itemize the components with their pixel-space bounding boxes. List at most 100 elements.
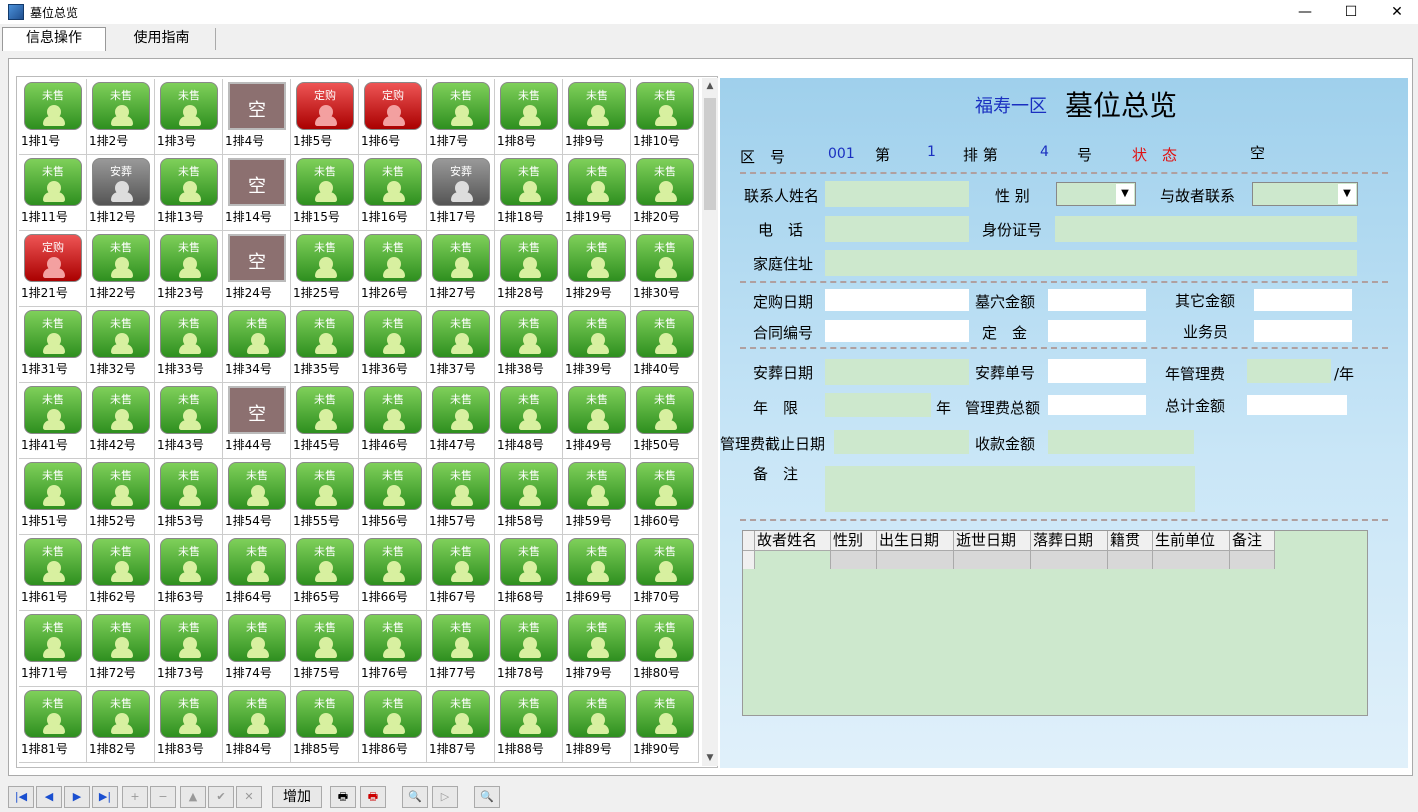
tomb-cell[interactable]: 未售 1排54号 bbox=[223, 459, 291, 535]
tomb-status-tile[interactable]: 未售 bbox=[296, 386, 354, 434]
tomb-cell[interactable]: 未售 1排3号 bbox=[155, 79, 223, 155]
tomb-status-tile[interactable]: 未售 bbox=[364, 158, 422, 206]
tomb-cell[interactable]: 未售 1排88号 bbox=[495, 687, 563, 763]
id-card-field[interactable] bbox=[1055, 216, 1357, 242]
tomb-status-tile[interactable]: 未售 bbox=[568, 690, 626, 738]
tomb-status-tile[interactable]: 未售 bbox=[296, 234, 354, 282]
tomb-status-tile[interactable]: 未售 bbox=[500, 538, 558, 586]
tomb-cell[interactable]: 未售 1排31号 bbox=[19, 307, 87, 383]
tomb-cell[interactable]: 未售 1排50号 bbox=[631, 383, 699, 459]
tomb-cell[interactable]: 未售 1排61号 bbox=[19, 535, 87, 611]
tomb-status-tile[interactable]: 未售 bbox=[568, 310, 626, 358]
tomb-status-tile[interactable]: 未售 bbox=[364, 386, 422, 434]
tomb-cell[interactable]: 未售 1排70号 bbox=[631, 535, 699, 611]
print-icon[interactable]: 🖶 bbox=[330, 786, 356, 808]
table-cell[interactable] bbox=[755, 551, 831, 569]
table-header[interactable]: 备注 bbox=[1230, 531, 1275, 551]
tomb-cell[interactable]: 未售 1排85号 bbox=[291, 687, 359, 763]
table-header[interactable]: 落葬日期 bbox=[1031, 531, 1108, 551]
scroll-thumb[interactable] bbox=[704, 98, 716, 210]
tomb-cell[interactable]: 未售 1排36号 bbox=[359, 307, 427, 383]
tomb-cell[interactable]: 未售 1排23号 bbox=[155, 231, 223, 307]
tomb-status-tile[interactable]: 未售 bbox=[296, 538, 354, 586]
fee-end-date-field[interactable] bbox=[834, 430, 969, 454]
tomb-status-tile[interactable]: 未售 bbox=[432, 386, 490, 434]
tomb-cell[interactable]: 未售 1排57号 bbox=[427, 459, 495, 535]
tomb-status-tile[interactable]: 未售 bbox=[364, 690, 422, 738]
tomb-status-tile[interactable]: 空 bbox=[228, 234, 286, 282]
tomb-status-tile[interactable]: 未售 bbox=[296, 462, 354, 510]
burial-no-field[interactable] bbox=[1048, 359, 1146, 383]
tomb-cell[interactable]: 未售 1排38号 bbox=[495, 307, 563, 383]
tomb-cell[interactable]: 未售 1排28号 bbox=[495, 231, 563, 307]
table-cell[interactable] bbox=[954, 551, 1031, 569]
tomb-cell[interactable]: 未售 1排34号 bbox=[223, 307, 291, 383]
tomb-status-tile[interactable]: 未售 bbox=[92, 82, 150, 130]
tomb-status-tile[interactable]: 未售 bbox=[364, 462, 422, 510]
tomb-status-tile[interactable]: 未售 bbox=[500, 82, 558, 130]
maximize-button[interactable]: ☐ bbox=[1328, 0, 1374, 24]
tomb-status-tile[interactable]: 未售 bbox=[568, 82, 626, 130]
tomb-cell[interactable]: 未售 1排43号 bbox=[155, 383, 223, 459]
tomb-cell[interactable]: 未售 1排59号 bbox=[563, 459, 631, 535]
tab-info-operation[interactable]: 信息操作 bbox=[2, 27, 106, 51]
tomb-cell[interactable]: 安葬 1排17号 bbox=[427, 155, 495, 231]
tomb-cell[interactable]: 未售 1排33号 bbox=[155, 307, 223, 383]
tomb-status-tile[interactable]: 未售 bbox=[24, 310, 82, 358]
tomb-cell[interactable]: 未售 1排75号 bbox=[291, 611, 359, 687]
tomb-cell[interactable]: 未售 1排82号 bbox=[87, 687, 155, 763]
tomb-cell[interactable]: 未售 1排51号 bbox=[19, 459, 87, 535]
relation-select[interactable]: ▼ bbox=[1252, 182, 1358, 206]
close-button[interactable]: ✕ bbox=[1374, 0, 1418, 24]
tomb-cell[interactable]: 未售 1排53号 bbox=[155, 459, 223, 535]
tomb-cell[interactable]: 未售 1排56号 bbox=[359, 459, 427, 535]
tomb-cell[interactable]: 未售 1排84号 bbox=[223, 687, 291, 763]
other-amount-field[interactable] bbox=[1254, 289, 1352, 311]
tomb-status-tile[interactable]: 定购 bbox=[24, 234, 82, 282]
gender-select[interactable]: ▼ bbox=[1056, 182, 1136, 206]
tomb-cell[interactable]: 未售 1排64号 bbox=[223, 535, 291, 611]
tomb-cell[interactable]: 未售 1排73号 bbox=[155, 611, 223, 687]
tab-usage-guide[interactable]: 使用指南 bbox=[108, 28, 216, 50]
tomb-status-tile[interactable]: 未售 bbox=[364, 614, 422, 662]
deceased-table[interactable]: 故者姓名 性别 出生日期 逝世日期 落葬日期 籍贯 生前单位 备注 bbox=[742, 530, 1368, 716]
tomb-status-tile[interactable]: 未售 bbox=[500, 234, 558, 282]
delete-button[interactable]: − bbox=[150, 786, 176, 808]
tomb-cell[interactable]: 未售 1排19号 bbox=[563, 155, 631, 231]
tomb-cell[interactable]: 未售 1排13号 bbox=[155, 155, 223, 231]
tomb-status-tile[interactable]: 未售 bbox=[636, 82, 694, 130]
post-button[interactable]: ✔ bbox=[208, 786, 234, 808]
total-fee-field[interactable] bbox=[1048, 395, 1146, 415]
tomb-cell[interactable]: 未售 1排15号 bbox=[291, 155, 359, 231]
tomb-status-tile[interactable]: 未售 bbox=[160, 310, 218, 358]
phone-field[interactable] bbox=[825, 216, 969, 242]
tomb-status-tile[interactable]: 未售 bbox=[636, 690, 694, 738]
tomb-cell[interactable]: 未售 1排11号 bbox=[19, 155, 87, 231]
cancel-button[interactable]: ✕ bbox=[236, 786, 262, 808]
tomb-status-tile[interactable]: 未售 bbox=[568, 614, 626, 662]
table-header[interactable]: 籍贯 bbox=[1108, 531, 1153, 551]
table-cell[interactable] bbox=[1153, 551, 1230, 569]
tomb-cell[interactable]: 定购 1排5号 bbox=[291, 79, 359, 155]
next-record-button[interactable]: ▶ bbox=[64, 786, 90, 808]
tomb-cell[interactable]: 空 1排4号 bbox=[223, 79, 291, 155]
tomb-status-tile[interactable]: 未售 bbox=[92, 538, 150, 586]
tomb-cell[interactable]: 未售 1排55号 bbox=[291, 459, 359, 535]
tomb-status-tile[interactable]: 未售 bbox=[160, 386, 218, 434]
tomb-cell[interactable]: 未售 1排60号 bbox=[631, 459, 699, 535]
tomb-status-tile[interactable]: 未售 bbox=[432, 234, 490, 282]
tomb-status-tile[interactable]: 未售 bbox=[228, 690, 286, 738]
salesman-field[interactable] bbox=[1254, 320, 1352, 342]
preview-icon[interactable]: 🔍 bbox=[402, 786, 428, 808]
tomb-cell[interactable]: 未售 1排46号 bbox=[359, 383, 427, 459]
tomb-status-tile[interactable]: 未售 bbox=[296, 690, 354, 738]
tomb-status-tile[interactable]: 未售 bbox=[160, 462, 218, 510]
order-date-field[interactable] bbox=[825, 289, 969, 311]
insert-button[interactable]: + bbox=[122, 786, 148, 808]
tomb-status-tile[interactable]: 未售 bbox=[160, 82, 218, 130]
first-record-button[interactable]: |◀ bbox=[8, 786, 34, 808]
tomb-cell[interactable]: 未售 1排90号 bbox=[631, 687, 699, 763]
tomb-status-tile[interactable]: 未售 bbox=[228, 538, 286, 586]
tomb-cell[interactable]: 未售 1排77号 bbox=[427, 611, 495, 687]
tomb-status-tile[interactable]: 未售 bbox=[636, 462, 694, 510]
